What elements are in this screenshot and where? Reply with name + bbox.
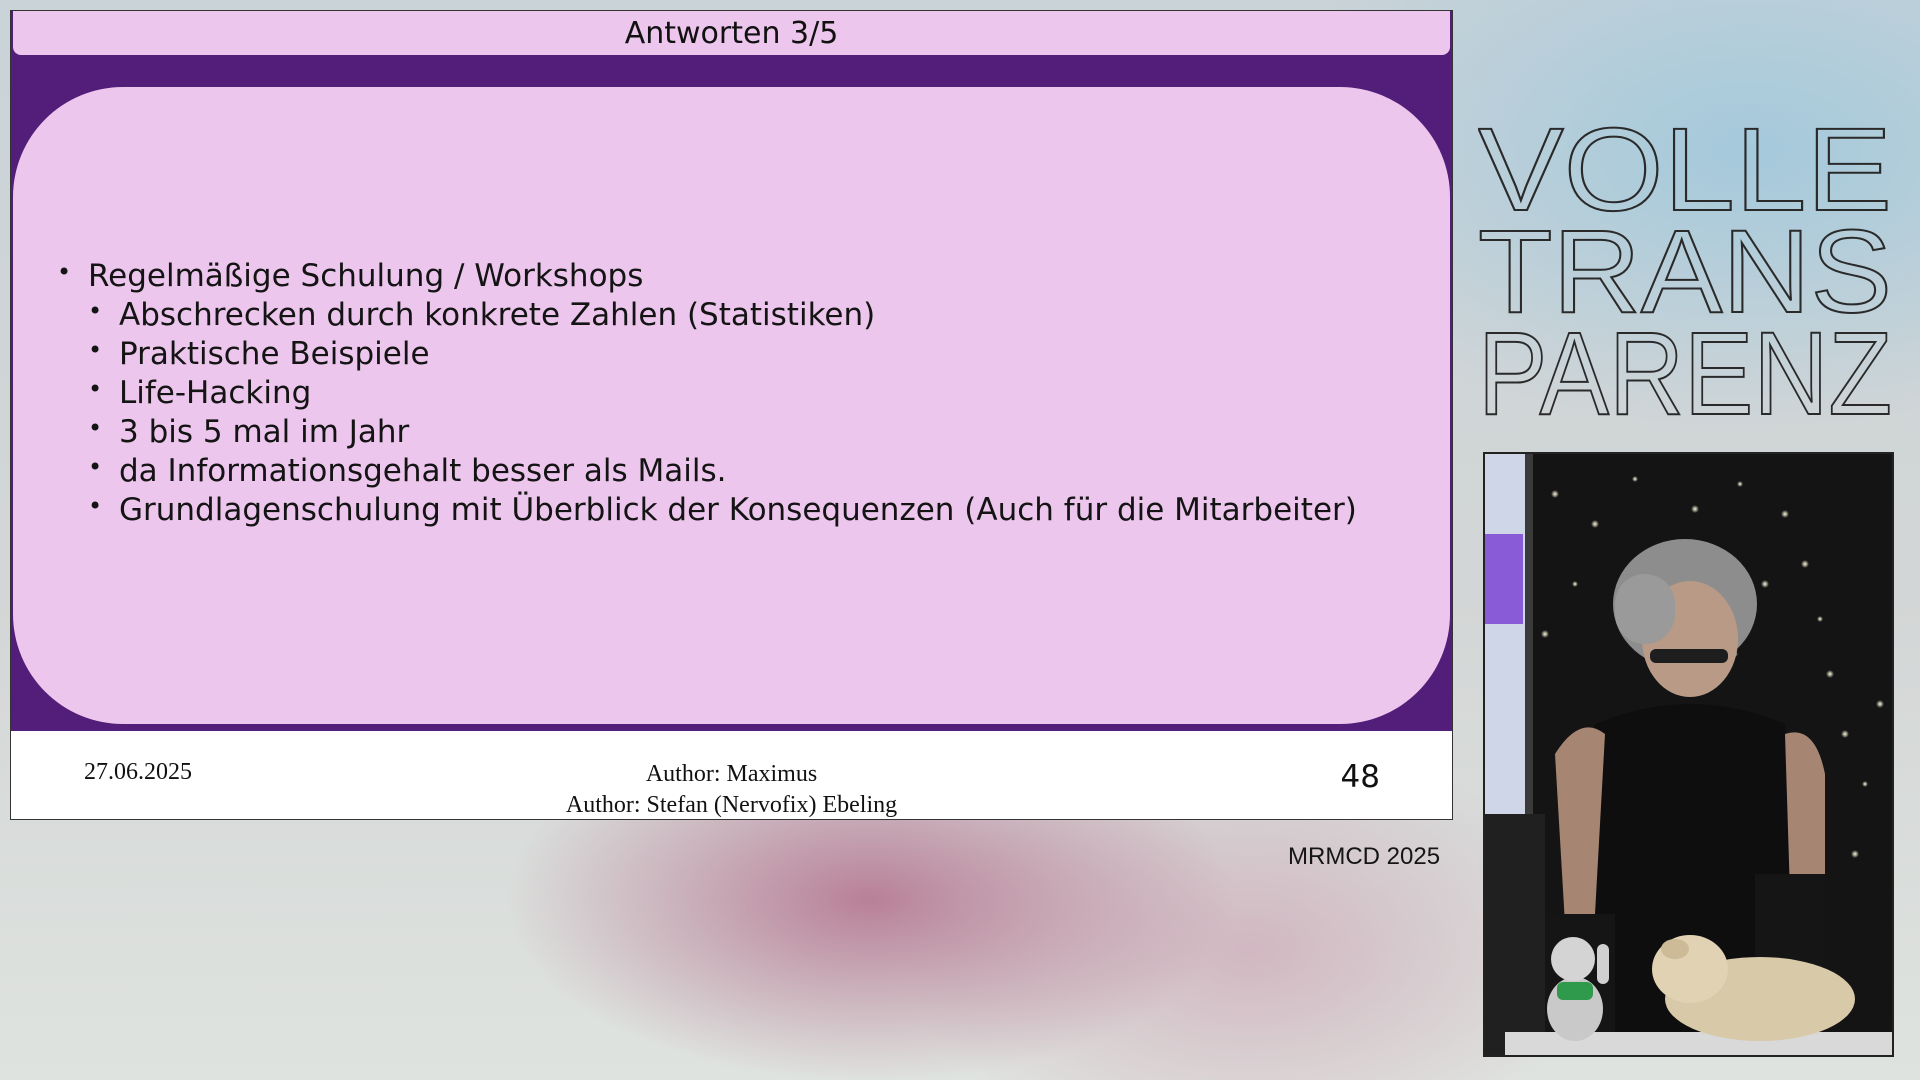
slide-content-box: Regelmäßige Schulung / Workshops Abschre… xyxy=(13,87,1450,724)
sub-bullet-item: Praktische Beispiele xyxy=(13,331,1357,374)
sub-bullet-item: 3 bis 5 mal im Jahr xyxy=(13,409,1357,452)
slide-title: Antworten 3/5 xyxy=(624,15,839,51)
presentation-slide: Antworten 3/5 Regelmäßige Schulung / Wor… xyxy=(10,10,1453,820)
footer-page-number: 48 xyxy=(1340,759,1380,795)
event-label: MRMCD 2025 xyxy=(1288,843,1441,870)
volle-transparenz-logo: VOLLE TRANS PARENZ xyxy=(1478,118,1898,428)
speaker-video-image xyxy=(1485,454,1892,1055)
sub-bullet-item: da Informationsgehalt besser als Mails. xyxy=(13,448,1357,491)
bullet-list: Regelmäßige Schulung / Workshops Abschre… xyxy=(13,253,1357,530)
footer-author-1: Author: Maximus xyxy=(645,761,818,787)
bullet-item: Regelmäßige Schulung / Workshops xyxy=(13,253,1357,296)
sub-bullet-item: Abschrecken durch konkrete Zahlen (Stati… xyxy=(13,292,1357,335)
slide-title-bar: Antworten 3/5 xyxy=(13,11,1450,55)
slide-body: Antworten 3/5 Regelmäßige Schulung / Wor… xyxy=(11,11,1452,731)
footer-author-2: Author: Stefan (Nervofix) Ebeling xyxy=(565,792,898,818)
sub-bullet-item: Life-Hacking xyxy=(13,370,1357,413)
speaker-video-feed xyxy=(1483,452,1894,1057)
slide-footer: 27.06.2025 Author: Maximus Author: Stefa… xyxy=(11,731,1452,819)
footer-authors: Author: Maximus Author: Stefan (Nervofix… xyxy=(11,759,1452,819)
logo-line-3: PARENZ xyxy=(1478,308,1892,428)
sub-bullet-item: Grundlagenschulung mit Überblick der Kon… xyxy=(13,487,1357,530)
